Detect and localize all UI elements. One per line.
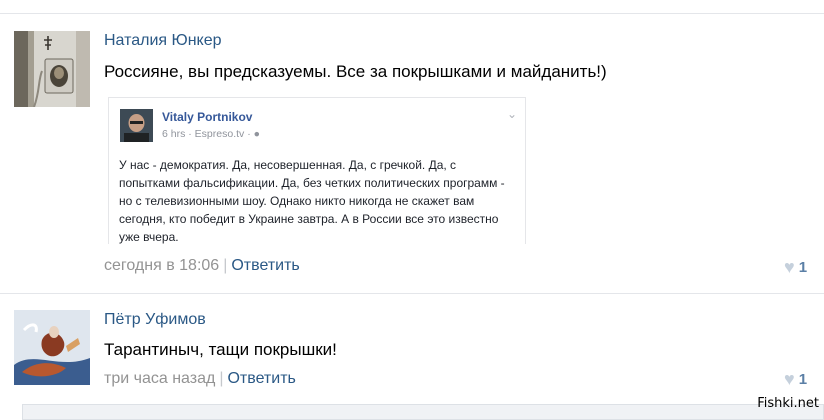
watermark: Fishki.net: [757, 396, 819, 411]
comment-text: Тарантиныч, тащи покрышки!: [104, 340, 337, 359]
comment-author[interactable]: Наталия Юнкер: [104, 32, 222, 50]
reply-button[interactable]: Ответить: [227, 370, 295, 387]
comment-author[interactable]: Пётр Уфимов: [104, 311, 206, 329]
comment-time[interactable]: три часа назад: [104, 370, 215, 387]
comment-text: Россияне, вы предсказуемы. Все за покрыш…: [104, 62, 607, 81]
reply-button[interactable]: Ответить: [231, 257, 299, 274]
comment-meta: сегодня в 18:06 | Ответить: [104, 257, 300, 275]
like-count: 1: [798, 370, 808, 388]
embed-meta: 6 hrs · Espreso.tv · ●: [162, 128, 260, 140]
avatar[interactable]: [14, 310, 90, 385]
like-button[interactable]: ♥ 1: [784, 370, 807, 388]
globe-icon: ●: [253, 128, 260, 140]
chevron-down-icon: ⌄: [506, 107, 517, 121]
embedded-post-screenshot: Vitaly Portnikov 6 hrs · Espreso.tv · ● …: [108, 97, 526, 244]
comment-meta: три часа назад | Ответить: [104, 370, 296, 388]
embed-avatar: [120, 109, 153, 142]
embed-author: Vitaly Portnikov: [162, 110, 253, 124]
top-divider: [0, 13, 824, 14]
meta-separator: |: [223, 257, 228, 274]
comment-divider: [0, 293, 824, 294]
heart-icon: ♥: [784, 369, 795, 389]
meta-separator: |: [219, 370, 224, 387]
comment-input[interactable]: [22, 404, 824, 420]
avatar[interactable]: [14, 31, 90, 107]
like-button[interactable]: ♥ 1: [784, 258, 807, 276]
embed-body: У нас - демократия. Да, несовершенная. Д…: [119, 158, 505, 244]
embed-meta-text: 6 hrs · Espreso.tv ·: [162, 128, 254, 140]
comment-time[interactable]: сегодня в 18:06: [104, 257, 219, 274]
heart-icon: ♥: [784, 257, 795, 277]
like-count: 1: [798, 258, 808, 276]
